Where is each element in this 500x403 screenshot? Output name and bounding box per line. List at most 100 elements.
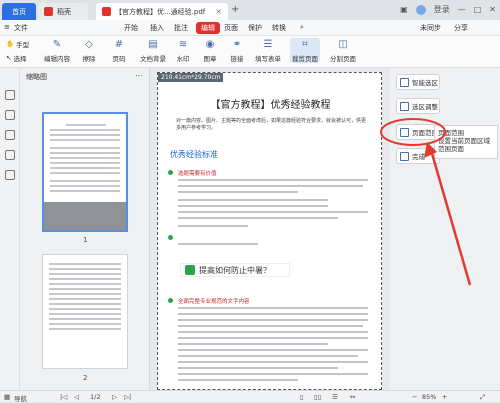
left-rail <box>0 68 20 390</box>
document-area: 210.41cm*29.70cm 【官方教程】优秀经验教程 对一篇内容、图片、主… <box>150 68 390 390</box>
menu-edit[interactable]: 编辑 <box>196 22 220 34</box>
last-page-icon[interactable]: ▷| <box>124 393 131 401</box>
document-title: 【官方教程】优秀经验教程 <box>210 100 331 111</box>
close-icon[interactable]: × <box>215 7 222 16</box>
thumbnail-page-2[interactable] <box>42 254 128 369</box>
page-size-badge: 210.41cm*29.70cm <box>158 73 224 82</box>
fit-width-icon[interactable]: ↔ <box>350 393 355 401</box>
stamp-icon: ◉ <box>205 39 215 50</box>
login-button[interactable]: 登录 <box>434 4 450 15</box>
fullscreen-icon[interactable]: ⤢ <box>480 393 485 402</box>
stamp-button[interactable]: ◉ 图章 <box>203 38 217 63</box>
page-adjust-button[interactable]: 选区调整 <box>396 98 440 114</box>
question-box: 提高如何防止中暑？ <box>180 263 290 277</box>
hand-tool[interactable]: ✋ 手型 <box>6 39 29 49</box>
stamp-label: 图章 <box>203 55 217 63</box>
section-heading: 优秀经验标准 <box>170 150 218 159</box>
unsync-button[interactable]: 未同步 <box>420 23 441 33</box>
edit-content-button[interactable]: ✎ 编辑内容 <box>44 38 70 63</box>
menu-insert[interactable]: 插入 <box>150 23 164 33</box>
menu-protect[interactable]: 保护 <box>248 23 262 33</box>
zoom-level[interactable]: 85% <box>422 393 436 401</box>
page-adjust-icon <box>400 101 409 111</box>
tab-home-label: 首页 <box>12 7 26 16</box>
daoke-icon <box>44 7 53 16</box>
window-close-icon[interactable]: ✕ <box>489 5 496 14</box>
select-label: 选择 <box>13 55 27 63</box>
tab-document[interactable]: 【官方教程】优...通经验.pdf × <box>96 3 228 20</box>
zoom-out-icon[interactable]: − <box>412 393 417 401</box>
edit-icon: ✎ <box>52 39 62 50</box>
crop-page-label: 裁剪页面 <box>292 55 318 63</box>
continuous-icon[interactable]: ☰ <box>332 393 338 401</box>
thumbnail-page-1[interactable] <box>42 112 128 232</box>
tab-daoke[interactable]: 稻壳 <box>38 3 88 20</box>
prev-page-icon[interactable]: ◁ <box>74 393 79 401</box>
menu-convert[interactable]: 转换 <box>272 23 286 33</box>
red-heading-2: 全面完整专业规范的文字内容 <box>178 299 250 305</box>
doc-background-button[interactable]: ▤ 文档背景 <box>140 38 166 63</box>
doc-background-label: 文档背景 <box>140 55 166 63</box>
tab-bar: 首页 稻壳 【官方教程】优...通经验.pdf × + ▣ 登录 — □ ✕ <box>0 0 500 20</box>
erase-label: 擦除 <box>82 55 96 63</box>
thumbnail-panel: 缩略图 ⋯ 1 2 <box>20 68 150 390</box>
split-page-button[interactable]: ◫ 分割页面 <box>330 38 356 63</box>
menu-page[interactable]: 页面 <box>224 23 238 33</box>
red-heading-1: 选题需要有价值 <box>178 171 217 177</box>
page-number-button[interactable]: # 页码 <box>112 38 126 63</box>
next-page-icon[interactable]: ▷ <box>112 393 117 401</box>
fill-form-label: 填写表单 <box>255 55 281 63</box>
thumbnail-page-1-number: 1 <box>83 236 88 244</box>
menu-icon[interactable]: ≡ <box>4 23 10 31</box>
thumbnail-icon[interactable] <box>5 90 15 100</box>
link-button[interactable]: ⚭ 链接 <box>230 38 244 63</box>
first-page-icon[interactable]: |◁ <box>60 393 67 401</box>
nav-icon[interactable]: ▦ <box>4 393 10 401</box>
crop-page-button[interactable]: ⌗ 裁剪页面 <box>290 38 320 63</box>
pdf-page[interactable]: 210.41cm*29.70cm 【官方教程】优秀经验教程 对一篇内容、图片、主… <box>157 72 382 390</box>
zoom-in-icon[interactable]: + <box>442 393 447 401</box>
restore-icon[interactable]: ▣ <box>400 5 408 14</box>
tab-daoke-label: 稻壳 <box>57 7 71 16</box>
tooltip-title: 页面范围 <box>438 129 464 137</box>
new-tab-button[interactable]: + <box>231 4 239 15</box>
search-panel-icon[interactable] <box>5 170 15 180</box>
comment-icon[interactable] <box>5 130 15 140</box>
tooltip-desc: 设置当前页面区域范围页面 <box>438 137 490 153</box>
tab-document-label: 【官方教程】优...通经验.pdf <box>115 7 206 16</box>
menu-start[interactable]: 开始 <box>124 23 138 33</box>
hand-label: 手型 <box>16 41 30 49</box>
tab-bar-right: ▣ 登录 — □ ✕ <box>400 4 496 15</box>
watermark-icon: ≋ <box>178 39 188 50</box>
watermark-button[interactable]: ≋ 水印 <box>176 38 190 63</box>
form-icon: ☰ <box>263 39 273 50</box>
bullet-icon <box>168 170 173 175</box>
split-page-label: 分割页面 <box>330 55 356 63</box>
watermark-label: 水印 <box>176 55 190 63</box>
page-number-icon: # <box>114 39 124 50</box>
share-button[interactable]: 分享 <box>454 23 468 33</box>
link-icon: ⚭ <box>232 39 242 50</box>
erase-button[interactable]: ◇ 擦除 <box>82 38 96 63</box>
page-indicator[interactable]: 1/2 <box>90 393 100 401</box>
thumbnail-page-2-number: 2 <box>83 374 88 382</box>
minimize-icon[interactable]: — <box>458 5 466 14</box>
bookmark-icon[interactable] <box>5 110 15 120</box>
attachment-icon[interactable] <box>5 150 15 160</box>
double-page-icon[interactable]: ▯▯ <box>314 393 321 401</box>
tab-home[interactable]: 首页 <box>2 3 36 20</box>
bullet-icon <box>168 235 173 240</box>
select-tool[interactable]: ↖ 选择 <box>6 53 26 63</box>
crop-tool-panel: 智能选区 选区调整 页面范围 完成 <box>390 68 500 390</box>
doc-background-icon: ▤ <box>148 39 158 50</box>
smart-crop-button[interactable]: 智能选区 <box>396 74 440 90</box>
menu-file[interactable]: 文件 <box>14 23 28 33</box>
maximize-icon[interactable]: □ <box>474 5 482 14</box>
panel-options-icon[interactable]: ⋯ <box>135 71 143 80</box>
avatar[interactable] <box>415 4 426 15</box>
single-page-icon[interactable]: ▯ <box>300 393 304 401</box>
menu-annotate[interactable]: 批注 <box>174 23 188 33</box>
fill-form-button[interactable]: ☰ 填写表单 <box>255 38 281 63</box>
search-icon[interactable]: ⌕ <box>300 23 304 32</box>
edit-content-label: 编辑内容 <box>44 55 70 63</box>
